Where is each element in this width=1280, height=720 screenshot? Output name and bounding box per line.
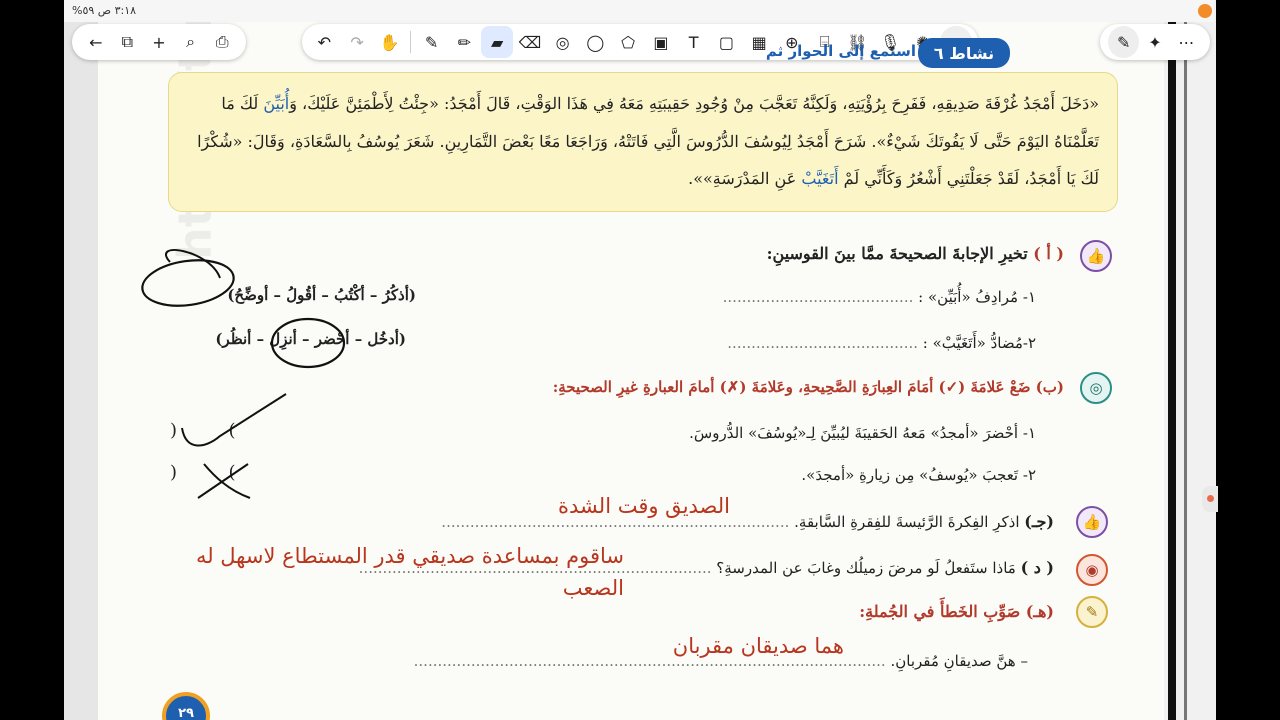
screen: https://t.me/G5_Y5 ٣:١٨ ص ٥٩% ←⧉+⌕⎙ ↶↷✋✎…: [0, 0, 1280, 720]
toolbar-right: ✎ ✦ ⋯: [1100, 24, 1210, 60]
passage-text: «دَخَلَ أَمْجَدُ غُرْفَةَ صَدِيقِهِ، فَف…: [289, 94, 1099, 113]
target-icon: ◎: [1080, 372, 1112, 404]
page-scroll-edge: [1164, 0, 1216, 720]
pencil-badge-icon: ✎: [1076, 596, 1108, 628]
paren: ): [228, 420, 236, 441]
scrollbar-track[interactable]: [1168, 0, 1176, 720]
section-b-heading: (ب) ضَعْ عَلامَةَ (✓) أمَامَ العِبارَةِ …: [553, 378, 1064, 396]
page-divider: [1184, 0, 1187, 720]
thumbs-up-icon: 👍: [1080, 240, 1112, 272]
section-b-label: (ب): [1035, 378, 1064, 396]
side-handle[interactable]: [1202, 486, 1218, 512]
comment-icon[interactable]: ◯: [580, 26, 612, 58]
search-icon[interactable]: ⌕: [175, 26, 207, 58]
activity-badge: نشاط ٦: [918, 38, 1010, 68]
pen-icon[interactable]: ✎: [416, 26, 448, 58]
section-e-heading: (هـ) صَوِّبِ الخَطأَ في الجُملةِ:: [859, 602, 1054, 621]
section-e-sentence-text: – هنَّ صديقانِ مُقربانِ.: [890, 652, 1028, 670]
paren: (: [170, 420, 178, 441]
add-icon[interactable]: +: [143, 26, 175, 58]
choices-a2: (أدخُل – أحْضر – أنزِل – أنظُر): [215, 330, 406, 348]
reading-passage: «دَخَلَ أَمْجَدُ غُرْفَةَ صَدِيقِهِ، فَف…: [168, 72, 1118, 212]
section-a-label: ( أ ): [1033, 244, 1064, 263]
section-a-heading: ( أ ) تخيرِ الإجابةَ الصحيحةَ ممَّا بينَ…: [767, 244, 1064, 263]
undo-icon[interactable]: ↶: [309, 26, 341, 58]
handwritten-answer-e: هما صديقان مقربان: [672, 634, 844, 658]
pages-icon[interactable]: ⧉: [112, 26, 144, 58]
statement-b2: ٢- تَعجبَ «يُوسفُ» مِن زيارةِ «أمجدَ».: [801, 466, 1036, 484]
handwritten-answer-d-line1: ساقوم بمساعدة صديقي قدر المستطاع لاسهل ل…: [195, 544, 624, 568]
handwritten-answer-c: الصديق وقت الشدة: [558, 494, 730, 518]
bullseye-icon: ◉: [1076, 554, 1108, 586]
more-icon[interactable]: ⋯: [1171, 26, 1202, 58]
question-a2: ٢-مُضادُّ «أَتَغَيَّبْ» : ..............…: [727, 334, 1036, 352]
left-margin: [64, 0, 98, 720]
section-e-label: (هـ): [1025, 602, 1054, 621]
share-icon[interactable]: ⎙: [206, 26, 238, 58]
hand-icon[interactable]: ✋: [374, 26, 406, 58]
paren: (: [170, 462, 178, 483]
toolbar-left: ← ⧉ + ⌕ ⎙: [72, 24, 246, 60]
ai-sparkle-icon[interactable]: ✦: [1139, 26, 1170, 58]
image-icon[interactable]: ▣: [645, 26, 677, 58]
highlight-word: أُبَيِّنَ: [263, 94, 290, 113]
text-icon[interactable]: T: [678, 26, 710, 58]
section-c-label: (جـ): [1024, 512, 1054, 531]
redo-icon[interactable]: ↷: [341, 26, 373, 58]
lasso-icon[interactable]: ◎: [547, 26, 579, 58]
section-d-text: مَاذا ستَفعلُ لَو مرضَ زميلُك وغابَ عن ا…: [716, 559, 1016, 577]
section-c-question: (جـ) اذكرِ الفِكرةَ الرَّئيسةَ للفِقرةِ …: [441, 512, 1054, 531]
shapes-icon[interactable]: ⬠: [612, 26, 644, 58]
section-e-instruction: صَوِّبِ الخَطأَ في الجُملةِ:: [859, 602, 1021, 621]
right-black-border: [1216, 0, 1280, 720]
checkbox-b1[interactable]: ) (: [170, 420, 236, 441]
activity-title: استمع إلى الحوار ثم أجب: [760, 42, 916, 60]
eraser-icon[interactable]: ⌫: [514, 26, 546, 58]
answer-blank[interactable]: ........................................: [727, 334, 918, 352]
section-b-instruction: ضَعْ عَلامَةَ (✓) أمَامَ العِبارَةِ الصَ…: [552, 378, 1031, 396]
pencil-icon[interactable]: ✏: [449, 26, 481, 58]
question-a1-text: ١- مُرادِفُ «أُبَيِّن» :: [918, 288, 1036, 306]
handwritten-answer-d-line2: الصعب: [562, 576, 624, 600]
choices-a1: (أذكُرُ – أكْتُبُ – أقُولُ – أوضِّحُ): [227, 286, 416, 304]
battery-level: ٥٩%: [72, 4, 95, 17]
checkbox-b2[interactable]: ) (: [170, 462, 236, 483]
status-bar: ٣:١٨ ص ٥٩%: [64, 0, 1214, 22]
status-time: ٣:١٨ ص ٥٩%: [72, 4, 137, 17]
highlighter-icon[interactable]: ▰: [481, 26, 513, 58]
notification-dot-icon: [1198, 4, 1212, 18]
paren: ): [228, 462, 236, 483]
question-a2-text: ٢-مُضادُّ «أَتَغَيَّبْ» :: [922, 334, 1036, 352]
question-a1: ١- مُرادِفُ «أُبَيِّن» : ...............…: [723, 288, 1036, 306]
section-d-label: ( د ): [1020, 558, 1054, 577]
thumbs-up-icon: 👍: [1076, 506, 1108, 538]
section-c-text: اذكرِ الفِكرةَ الرَّئيسةَ للفِقرةِ السَّ…: [794, 513, 1020, 531]
answer-blank[interactable]: ........................................: [723, 288, 914, 306]
section-a-instruction: تخيرِ الإجابةَ الصحيحةَ ممَّا بينَ القوس…: [766, 244, 1028, 263]
pen-off-icon[interactable]: ✎: [1108, 26, 1140, 58]
toolbar-separator: [410, 31, 412, 53]
statement-b1: ١- أحْضرَ «أمجدُ» مَعهُ الحَقيبَةَ ليُبي…: [689, 424, 1036, 442]
sticky-note-icon[interactable]: ▢: [711, 26, 743, 58]
back-icon[interactable]: ←: [80, 26, 112, 58]
highlight-word: أَتَغَيَّبْ: [801, 169, 839, 189]
passage-text: عَنِ المَدْرَسَةِ»».: [688, 169, 802, 189]
